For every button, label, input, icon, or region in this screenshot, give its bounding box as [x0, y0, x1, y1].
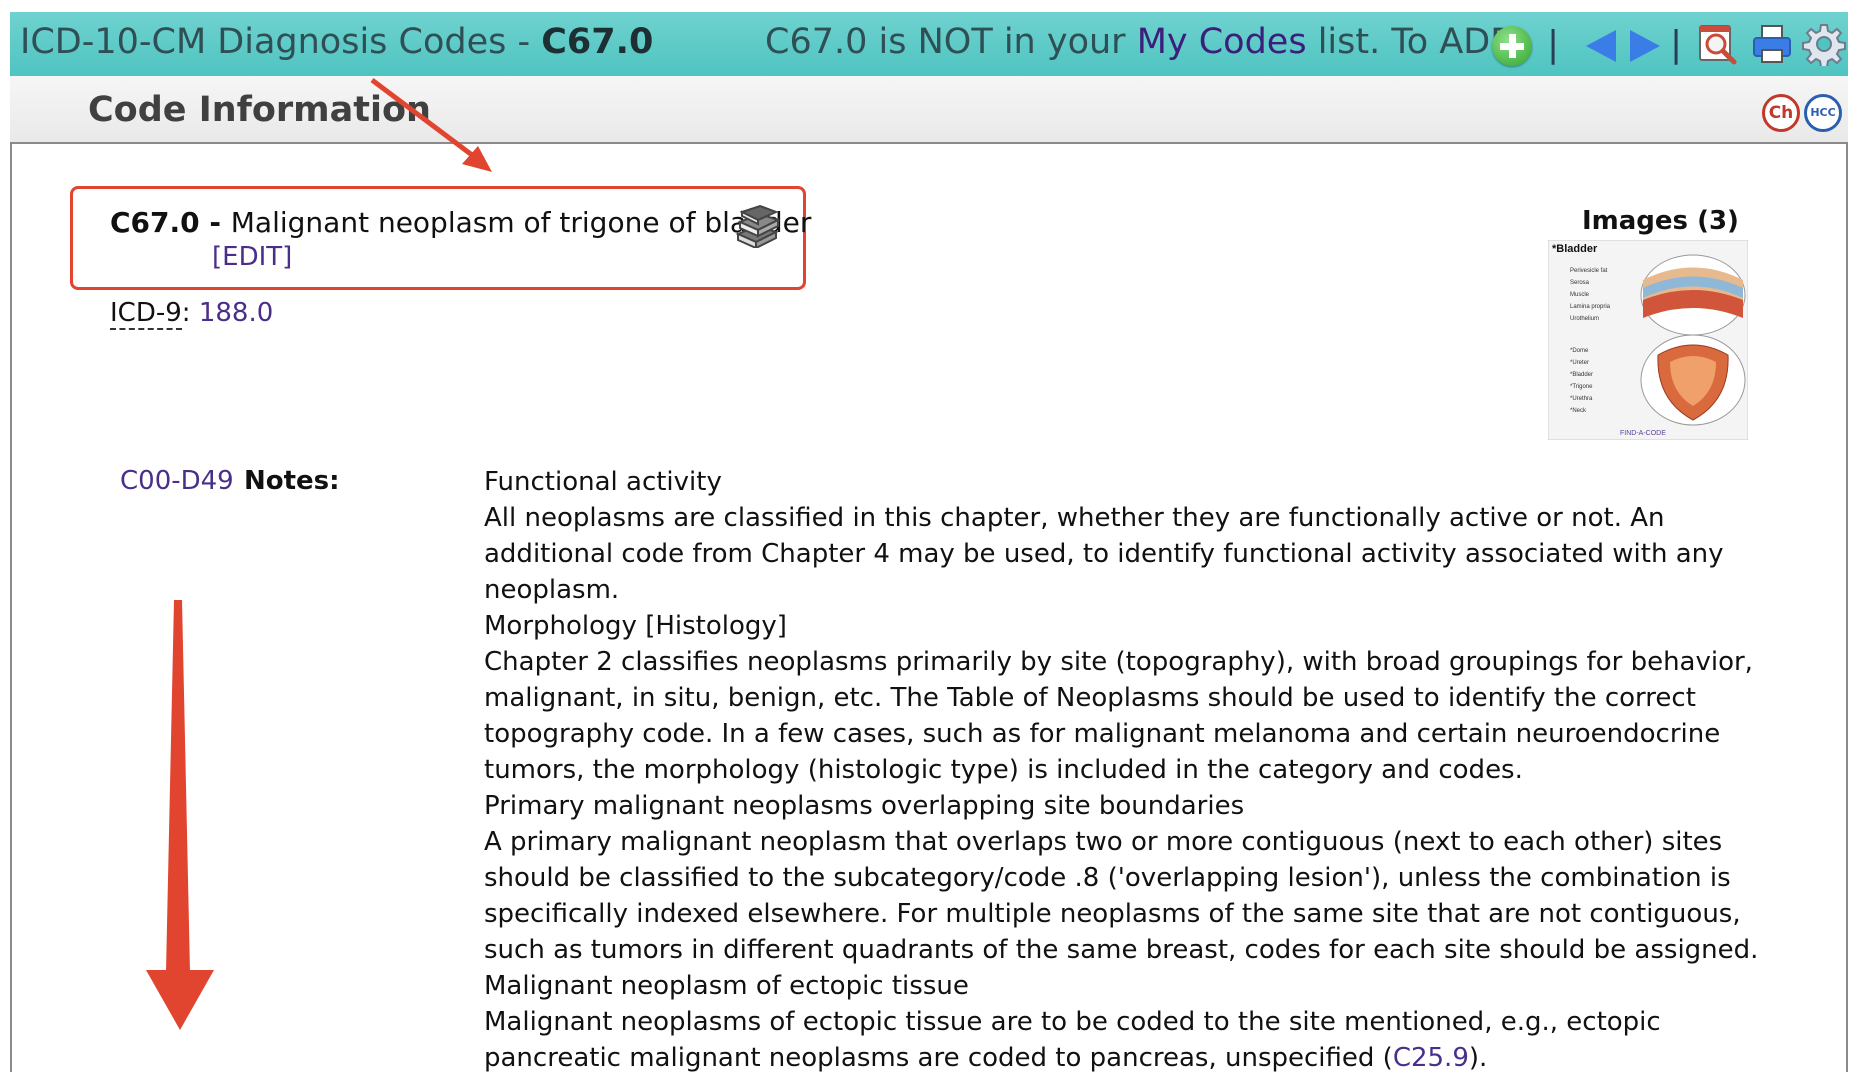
notes-line: A primary malignant neoplasm that overla…	[484, 827, 1723, 857]
status-mid: is NOT in your	[867, 22, 1137, 62]
code-title: C67.0 - Malignant neoplasm of trigone of…	[110, 206, 811, 239]
notes-line: topography code. In a few cases, such as…	[484, 719, 1721, 749]
title-prefix: ICD-10-CM Diagnosis Codes -	[20, 22, 542, 62]
notes-line: tumors, the morphology (histologic type)…	[484, 755, 1523, 785]
bladder-image-thumbnail[interactable]: *Bladder Perivesicle fat Serosa Muscle L…	[1547, 239, 1749, 441]
thumb-label: Urothelium	[1570, 316, 1599, 322]
notes-line: Malignant neoplasm of ectopic tissue	[484, 971, 969, 1001]
my-codes-link[interactable]: My Codes	[1137, 22, 1307, 62]
thumb-label: *Dome	[1570, 348, 1589, 354]
notes-line: such as tumors in different quadrants of…	[484, 935, 1759, 965]
chapter-range-link[interactable]: C00-D49	[120, 466, 234, 496]
code-information-bar: Code Information Ch HCC	[10, 76, 1848, 144]
thumb-label: Perivesicle fat	[1570, 268, 1608, 274]
thumb-label: *Urethra	[1570, 396, 1593, 402]
notes-line: Functional activity	[484, 467, 722, 497]
notes-line: specifically indexed elsewhere. For mult…	[484, 899, 1741, 929]
images-title: Images (3)	[1582, 206, 1739, 236]
thumb-label: *Bladder	[1552, 243, 1598, 255]
thumb-label: *Neck	[1570, 408, 1587, 414]
notes-line: neoplasm.	[484, 575, 620, 605]
separator: |	[1670, 24, 1683, 65]
notes-line: Chapter 2 classifies neoplasms primarily…	[484, 647, 1753, 677]
chapter-badge-icon[interactable]: Ch	[1762, 94, 1800, 132]
notes-line: pancreatic malignant neoplasms are coded…	[484, 1040, 1684, 1076]
icd9-row: ICD-9: 188.0	[110, 298, 273, 330]
code-link[interactable]: C25.9	[1393, 1043, 1469, 1073]
thumb-label: *Trigone	[1570, 384, 1593, 390]
notes-line: should be classified to the subcategory/…	[484, 863, 1731, 893]
notes-label: Notes:	[244, 466, 340, 496]
title-code: C67.0	[541, 22, 654, 62]
notes-line: Morphology [Histology]	[484, 611, 787, 641]
notes-text: Functional activity All neoplasms are cl…	[484, 464, 1759, 1076]
code-description: Malignant neoplasm of trigone of bladder	[230, 206, 812, 239]
gear-icon[interactable]	[1802, 22, 1846, 68]
notes-line: All neoplasms are classified in this cha…	[484, 503, 1665, 533]
separator: |	[1547, 24, 1560, 65]
thumb-label: Serosa	[1570, 280, 1590, 286]
hcc-badge-icon[interactable]: HCC	[1804, 94, 1842, 132]
thumb-label: Lamina propria	[1570, 304, 1611, 310]
search-preview-icon[interactable]	[1696, 22, 1740, 66]
thumb-label: *Bladder	[1570, 372, 1593, 378]
notes-line-text: ).	[1468, 1043, 1488, 1073]
add-icon[interactable]	[1492, 26, 1532, 66]
icd9-label: ICD-9	[110, 298, 182, 330]
code-dash: -	[199, 206, 231, 239]
section-heading: Code Information	[88, 90, 431, 130]
my-codes-status: C67.0 is NOT in your My Codes list. To A…	[765, 22, 1529, 62]
books-icon[interactable]	[732, 204, 782, 250]
thumb-label: *Ureter	[1570, 360, 1589, 366]
top-bar: ICD-10-CM Diagnosis Codes - C67.0 C67.0 …	[10, 12, 1848, 76]
icd9-colon: :	[181, 298, 199, 328]
notes-line: Malignant neoplasms of ectopic tissue ar…	[484, 1007, 1661, 1037]
thumb-label: Muscle	[1570, 292, 1590, 298]
notes-line: malignant, in situ, benign, etc. The Tab…	[484, 683, 1696, 713]
notes-line-text: pancreatic malignant neoplasms are coded…	[484, 1043, 1393, 1073]
thumb-watermark: FIND-A-CODE	[1620, 430, 1666, 437]
notes-line: additional code from Chapter 4 may be us…	[484, 539, 1724, 569]
status-code: C67.0	[765, 22, 868, 62]
page-title: ICD-10-CM Diagnosis Codes - C67.0	[20, 22, 653, 62]
notes-line: Primary malignant neoplasms overlapping …	[484, 791, 1245, 821]
print-icon[interactable]	[1750, 22, 1794, 66]
code-value: C67.0	[110, 206, 200, 239]
previous-arrow-icon[interactable]	[1586, 30, 1616, 62]
edit-link[interactable]: [EDIT]	[212, 242, 292, 272]
next-arrow-icon[interactable]	[1630, 30, 1660, 62]
icd9-code-link[interactable]: 188.0	[199, 298, 273, 328]
